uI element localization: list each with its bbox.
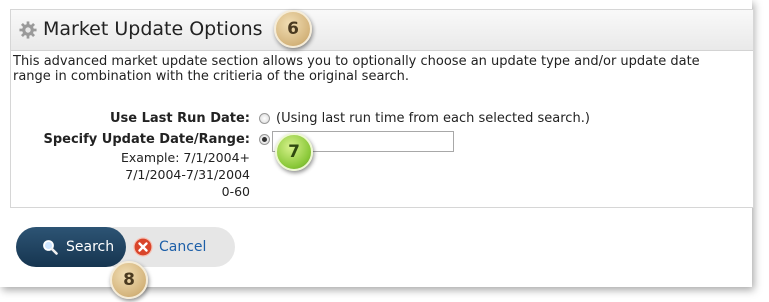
step-badge-8: 8	[110, 261, 148, 299]
step-badge-7: 7	[275, 133, 313, 171]
last-run-hint: (Using last run time from each selected …	[276, 111, 590, 126]
step-badge-6: 6	[274, 10, 312, 48]
specify-range-radio[interactable]	[259, 134, 270, 145]
magnifier-icon	[43, 240, 58, 255]
gear-icon	[19, 21, 37, 39]
panel-header: Market Update Options	[11, 10, 753, 51]
last-run-label: Use Last Run Date:	[109, 111, 250, 126]
search-button[interactable]: Search	[16, 227, 126, 267]
example-line: 0-60	[221, 184, 250, 199]
cancel-button-label: Cancel	[159, 239, 207, 255]
panel-title: Market Update Options	[43, 18, 263, 40]
example-line: 7/1/2004-7/31/2004	[125, 167, 250, 182]
example-line: Example: 7/1/2004+	[120, 150, 250, 165]
search-button-label: Search	[66, 239, 115, 255]
cancel-button[interactable]: Cancel	[133, 227, 206, 267]
panel-description: This advanced market update section allo…	[13, 54, 700, 84]
cancel-x-icon	[133, 237, 153, 257]
last-run-radio[interactable]	[259, 113, 270, 124]
specify-range-label: Specify Update Date/Range:	[43, 132, 250, 147]
